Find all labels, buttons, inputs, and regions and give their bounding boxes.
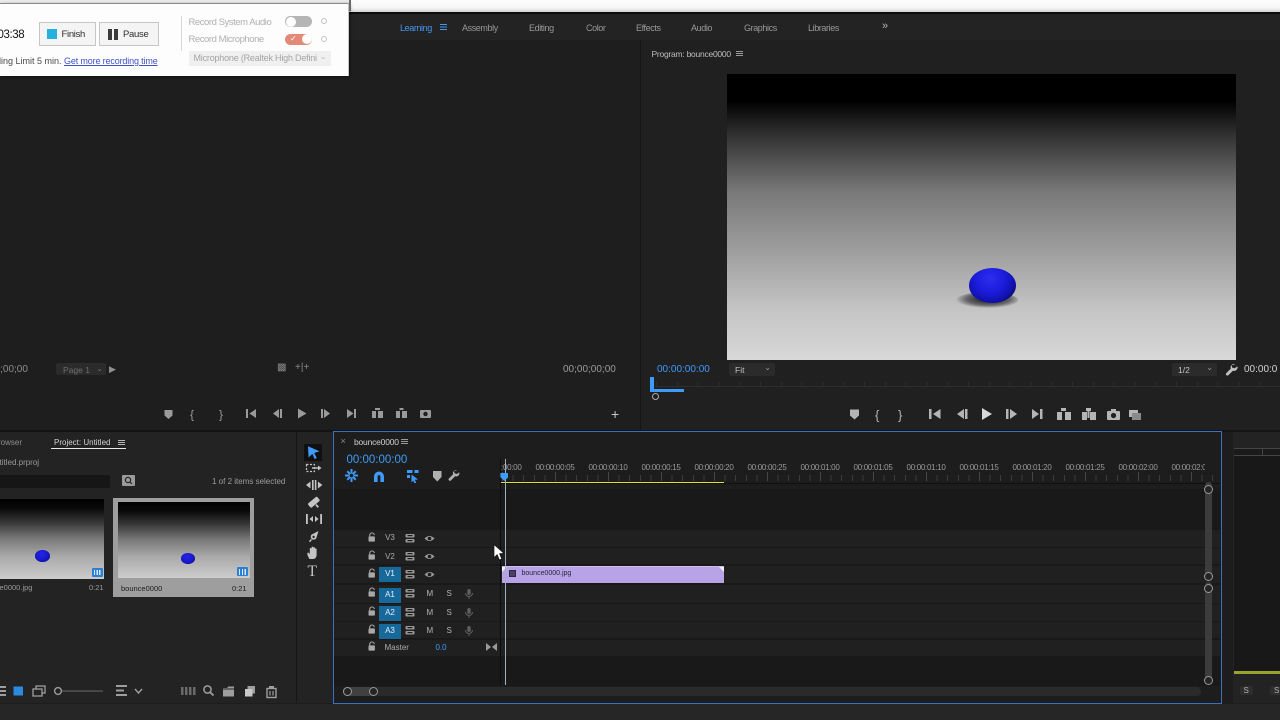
svg-text:}: } (219, 408, 223, 422)
svg-text:T: T (308, 563, 318, 580)
svg-text:{: { (190, 408, 194, 422)
svg-text:{: { (875, 408, 880, 423)
svg-text:}: } (898, 408, 903, 423)
